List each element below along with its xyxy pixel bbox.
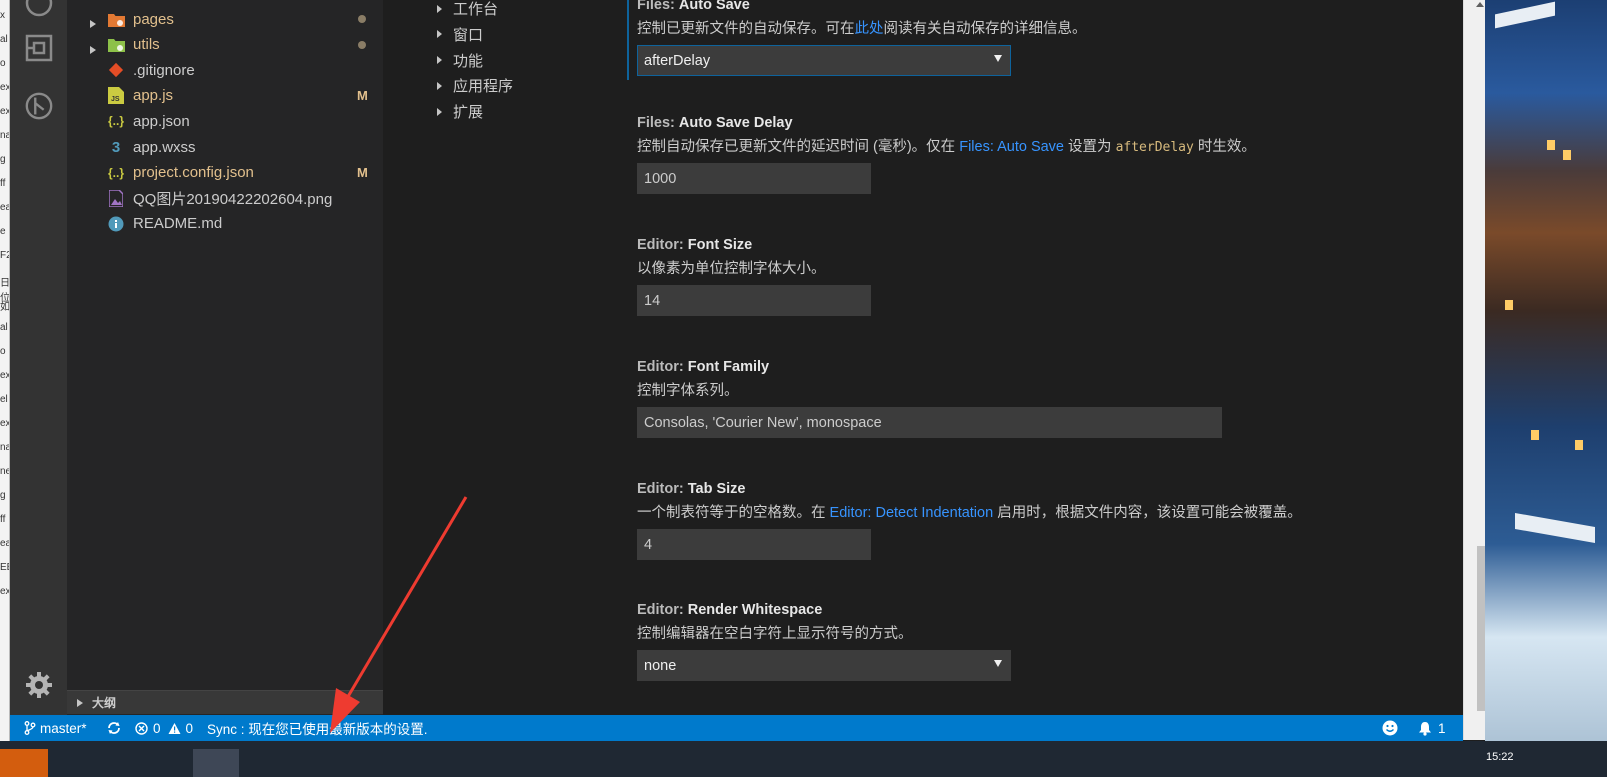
taskbar-clock: 15:22: [1486, 751, 1514, 763]
os-taskbar: 15:22: [0, 741, 1607, 777]
taskbar-app-button[interactable]: [193, 749, 239, 777]
start-button[interactable]: [0, 749, 48, 777]
annotation-arrow: [330, 496, 468, 733]
screen: xaloexexnagffeaeF2日位如aloexelexnanegffeaE…: [0, 0, 1607, 777]
